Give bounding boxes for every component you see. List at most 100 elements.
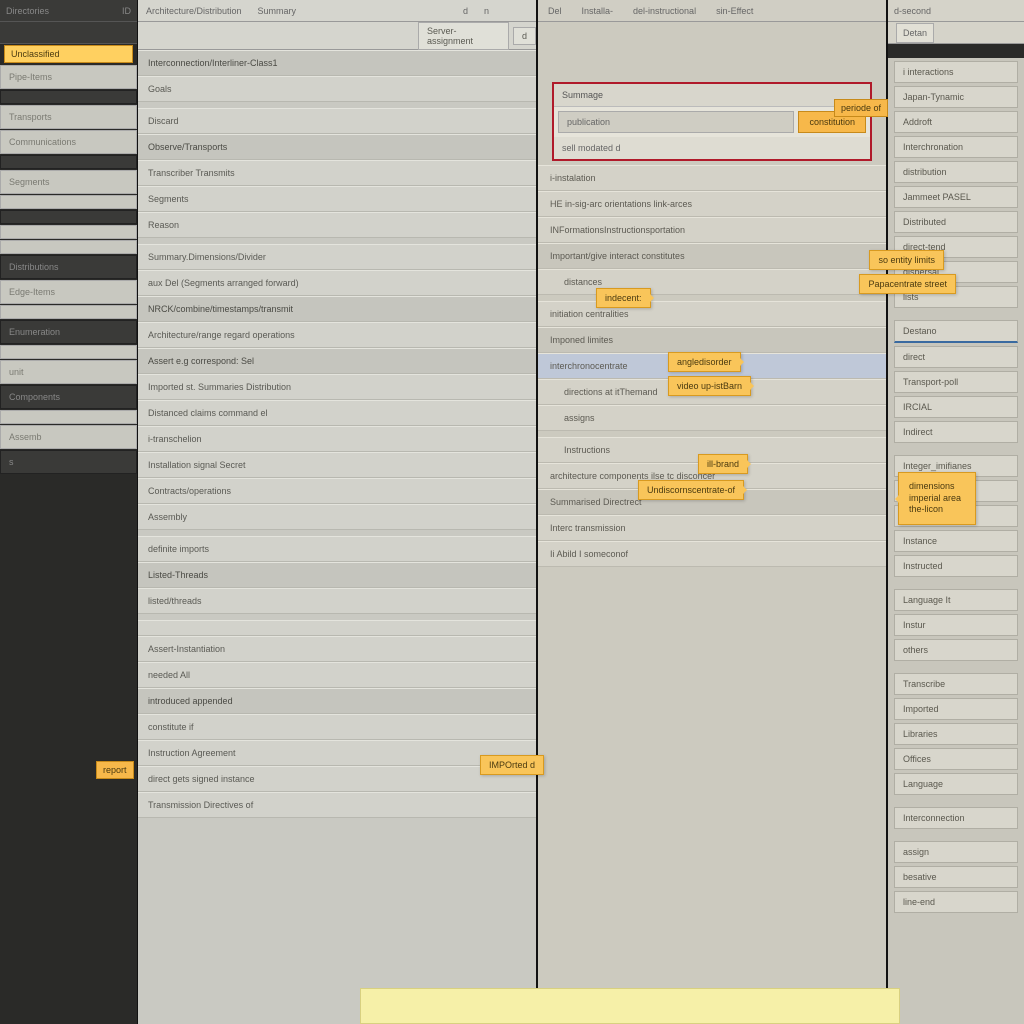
list-row[interactable]: Installation signal Secret: [138, 452, 536, 478]
sidebar-right-item[interactable]: Libraries: [894, 723, 1018, 745]
tab-delinstr[interactable]: del-instructional: [623, 6, 706, 16]
list-row[interactable]: needed All: [138, 662, 536, 688]
list-row[interactable]: Reason: [138, 212, 536, 238]
list-row[interactable]: Instruction Agreement: [138, 740, 536, 766]
list-row[interactable]: Contracts/operations: [138, 478, 536, 504]
sidebar-left-item[interactable]: [0, 155, 137, 169]
list-row[interactable]: Assert e.g correspond: Sel: [138, 348, 536, 374]
list-row[interactable]: aux Del (Segments arranged forward): [138, 270, 536, 296]
alert-field[interactable]: publication: [558, 111, 794, 133]
tag-unclassified[interactable]: Unclassified: [4, 45, 133, 63]
list-row[interactable]: listed/threads: [138, 588, 536, 614]
sidebar-right-item[interactable]: Instur: [894, 614, 1018, 636]
sidebar-right-item[interactable]: Addroft: [894, 111, 1018, 133]
sidebar-right-item[interactable]: Distributed: [894, 211, 1018, 233]
sidebar-left-item[interactable]: s: [0, 450, 137, 474]
sidebar-right-item[interactable]: distribution: [894, 161, 1018, 183]
tab-sineffect[interactable]: sin-Effect: [706, 6, 763, 16]
detail-row[interactable]: assigns: [538, 405, 886, 431]
sidebar-right-item[interactable]: besative: [894, 866, 1018, 888]
sidebar-left-item[interactable]: Communications: [0, 130, 137, 154]
detail-row[interactable]: distances: [538, 269, 886, 295]
center-left-subheader: Server-assignment d: [138, 22, 536, 50]
sidebar-left-item[interactable]: Assemb: [0, 425, 137, 449]
list-row[interactable]: Transcriber Transmits: [138, 160, 536, 186]
sidebar-right-item[interactable]: Interconnection: [894, 807, 1018, 829]
sidebar-left-item[interactable]: [0, 305, 137, 319]
sidebar-left-item[interactable]: [0, 195, 137, 209]
sidebar-right-item[interactable]: Offices: [894, 748, 1018, 770]
list-row[interactable]: Observe/Transports: [138, 134, 536, 160]
list-row[interactable]: [138, 620, 536, 636]
list-row[interactable]: constitute if: [138, 714, 536, 740]
sidebar-left-item[interactable]: Enumeration: [0, 320, 137, 344]
sidebar-left-item[interactable]: Distributions: [0, 255, 137, 279]
tab-installa[interactable]: Installa-: [572, 6, 624, 16]
sidebar-left-item[interactable]: [0, 345, 137, 359]
sr-search-field[interactable]: Detan: [896, 23, 934, 43]
sidebar-right-item[interactable]: Transport-poll: [894, 371, 1018, 393]
sidebar-right-item[interactable]: i interactions: [894, 61, 1018, 83]
list-row[interactable]: Architecture/range regard operations: [138, 322, 536, 348]
center-left-header: Architecture/Distribution Summary d n: [138, 0, 536, 22]
detail-row[interactable]: HE in-sig-arc orientations link-arces: [538, 191, 886, 217]
list-row[interactable]: direct gets signed instance: [138, 766, 536, 792]
list-row[interactable]: definite imports: [138, 536, 536, 562]
list-row[interactable]: Assert-Instantiation: [138, 636, 536, 662]
sidebar-left-item[interactable]: Edge-Items: [0, 280, 137, 304]
sidebar-right-item[interactable]: Language It: [894, 589, 1018, 611]
sidebar-left-item[interactable]: [0, 225, 137, 239]
list-row[interactable]: NRCK/combine/timestamps/transmit: [138, 296, 536, 322]
sidebar-right-item[interactable]: Jammeet PASEL: [894, 186, 1018, 208]
sidebar-right-item[interactable]: Japan-Tynamic: [894, 86, 1018, 108]
sidebar-left-item[interactable]: Segments: [0, 170, 137, 194]
list-row[interactable]: Imported st. Summaries Distribution: [138, 374, 536, 400]
sidebar-right-item[interactable]: others: [894, 639, 1018, 661]
btn-server-assign[interactable]: Server-assignment: [418, 22, 509, 50]
sidebar-right-item[interactable]: Instance: [894, 530, 1018, 552]
sidebar-left-item[interactable]: Transports: [0, 105, 137, 129]
detail-row[interactable]: Ii Abild I someconof: [538, 541, 886, 567]
list-row[interactable]: Discard: [138, 108, 536, 134]
list-row[interactable]: Listed-Threads: [138, 562, 536, 588]
sidebar-right-item[interactable]: Indirect: [894, 421, 1018, 443]
cl-hdr-c: d: [455, 6, 476, 16]
sidebar-left-item[interactable]: Pipe-Items: [0, 65, 137, 89]
detail-row[interactable]: Important/give interact constitutes: [538, 243, 886, 269]
sidebar-right-item[interactable]: Instructed: [894, 555, 1018, 577]
detail-row[interactable]: INFormationsInstructionsportation: [538, 217, 886, 243]
tag-report[interactable]: report: [96, 761, 134, 779]
sidebar-right-item[interactable]: Destano: [894, 320, 1018, 343]
detail-row[interactable]: Interc transmission: [538, 515, 886, 541]
sidebar-right-item[interactable]: Language: [894, 773, 1018, 795]
list-row[interactable]: Transmission Directives of: [138, 792, 536, 818]
sidebar-left-item[interactable]: [0, 410, 137, 424]
sidebar-left-item[interactable]: [0, 240, 137, 254]
tag-periode[interactable]: periode of: [834, 99, 888, 117]
list-row[interactable]: Summary.Dimensions/Divider: [138, 244, 536, 270]
sidebar-left-item[interactable]: [0, 210, 137, 224]
sidebar-right-item[interactable]: Interchronation: [894, 136, 1018, 158]
sr-divider: [888, 44, 1024, 58]
list-row[interactable]: i-transchelion: [138, 426, 536, 452]
sidebar-left-item[interactable]: unit: [0, 360, 137, 384]
sidebar-right-item[interactable]: IRCIAL: [894, 396, 1018, 418]
sidebar-right-item[interactable]: direct: [894, 346, 1018, 368]
sidebar-right-item[interactable]: assign: [894, 841, 1018, 863]
detail-row[interactable]: Imponed limites: [538, 327, 886, 353]
list-row[interactable]: Goals: [138, 76, 536, 102]
list-row[interactable]: Interconnection/Interliner-Class1: [138, 50, 536, 76]
list-row[interactable]: Segments: [138, 186, 536, 212]
list-row[interactable]: Distanced claims command el: [138, 400, 536, 426]
sidebar-left-item[interactable]: [0, 90, 137, 104]
sidebar-right-item[interactable]: Transcribe: [894, 673, 1018, 695]
detail-row[interactable]: i-instalation: [538, 165, 886, 191]
list-row[interactable]: Assembly: [138, 504, 536, 530]
list-row[interactable]: introduced appended: [138, 688, 536, 714]
tab-del[interactable]: Del: [538, 6, 572, 16]
sidebar-right-item[interactable]: line-end: [894, 891, 1018, 913]
btn-d[interactable]: d: [513, 27, 536, 45]
sidebar-right-item[interactable]: Imported: [894, 698, 1018, 720]
sidebar-left-item[interactable]: Components: [0, 385, 137, 409]
detail-row[interactable]: initiation centralities: [538, 301, 886, 327]
